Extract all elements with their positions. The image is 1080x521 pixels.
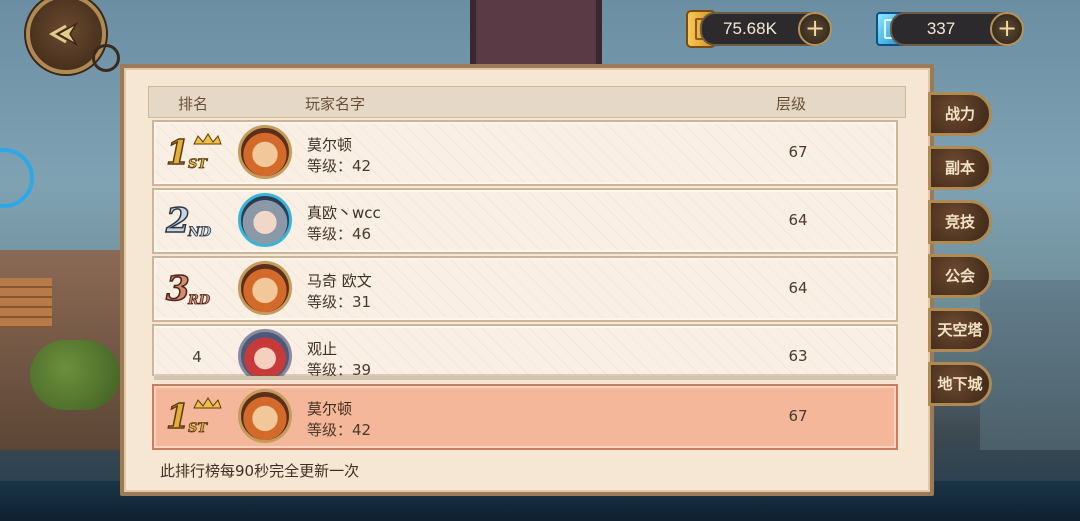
header-floor: 层级 [776,95,807,113]
table-header: 排名 玩家名字 层级 [148,86,906,118]
leaderboard-update-note: 此排行榜每90秒完全更新一次 [160,462,360,480]
player-floor: 63 [788,347,808,365]
table-row[interactable]: 3 RD 马奇 欧文 等级：31 64 [152,256,898,322]
background-bush [30,340,120,410]
rank-3rd-badge: 3 RD [165,268,211,310]
player-avatar[interactable] [238,329,292,376]
leaderboard-list[interactable]: 1 ST 莫尔顿 等级：42 67 2 ND 真欧丶wcc 等级：46 64 3… [124,118,930,376]
tab-dungeon-instance[interactable]: 副本 [928,146,992,190]
background-building-right [980,280,1080,450]
player-name: 观止 [307,340,338,358]
my-rank-row[interactable]: 1 ST 莫尔顿 等级：42 67 [152,384,898,450]
player-floor: 64 [788,211,808,229]
svg-text:1: 1 [166,133,190,173]
player-avatar[interactable] [238,193,292,247]
player-level: 等级：46 [307,225,372,243]
player-name: 真欧丶wcc [307,204,381,222]
table-row[interactable]: 4 观止 等级：39 63 [152,324,898,376]
player-avatar[interactable] [238,261,292,315]
header-rank: 排名 [178,95,209,113]
my-avatar[interactable] [238,389,292,443]
rank-1st-badge: 1 ST [165,396,222,438]
tab-arena[interactable]: 竞技 [928,200,992,244]
gem-value: 337 [926,19,956,38]
portal-icon [0,148,34,208]
tab-guild[interactable]: 公会 [928,254,992,298]
rank-1st-badge: 1 ST [165,132,222,174]
back-arrow-icon [48,21,79,47]
svg-text:1: 1 [166,397,190,437]
leaderboard-panel: 排名 玩家名字 层级 1 ST 莫尔顿 等级：42 67 2 ND 真欧丶wcc… [120,64,934,496]
add-gold-button[interactable]: + [798,12,832,46]
decorative-ring-icon [92,44,120,72]
background-roof [0,278,52,328]
tab-underground-city[interactable]: 地下城 [928,362,992,406]
player-floor: 67 [788,143,808,161]
rank-number: 4 [192,348,202,366]
player-name: 马奇 欧文 [307,272,372,290]
player-level: 等级：42 [307,157,372,175]
rank-2nd-badge: 2 ND [164,200,212,242]
header-player-name: 玩家名字 [305,95,366,113]
add-gems-button[interactable]: + [990,12,1024,46]
player-level: 等级：31 [307,293,372,311]
svg-text:ND: ND [187,225,212,240]
list-divider [154,374,896,380]
gold-counter: 75.68K + [700,12,832,46]
gold-value: 75.68K [723,19,777,38]
svg-text:ST: ST [188,421,208,436]
svg-text:RD: RD [187,293,211,308]
player-floor: 64 [788,279,808,297]
svg-text:2: 2 [165,201,190,241]
gem-counter: 337 + [890,12,1024,46]
svg-text:ST: ST [188,157,208,172]
player-avatar[interactable] [238,125,292,179]
table-row[interactable]: 1 ST 莫尔顿 等级：42 67 [152,120,898,186]
tab-power[interactable]: 战力 [928,92,992,136]
my-player-floor: 67 [788,407,808,425]
svg-text:3: 3 [166,269,190,309]
my-player-level: 等级：42 [307,421,372,439]
background-tower [470,0,602,70]
table-row[interactable]: 2 ND 真欧丶wcc 等级：46 64 [152,188,898,254]
tab-sky-tower[interactable]: 天空塔 [928,308,992,352]
player-name: 莫尔顿 [307,136,353,154]
my-player-name: 莫尔顿 [307,400,353,418]
